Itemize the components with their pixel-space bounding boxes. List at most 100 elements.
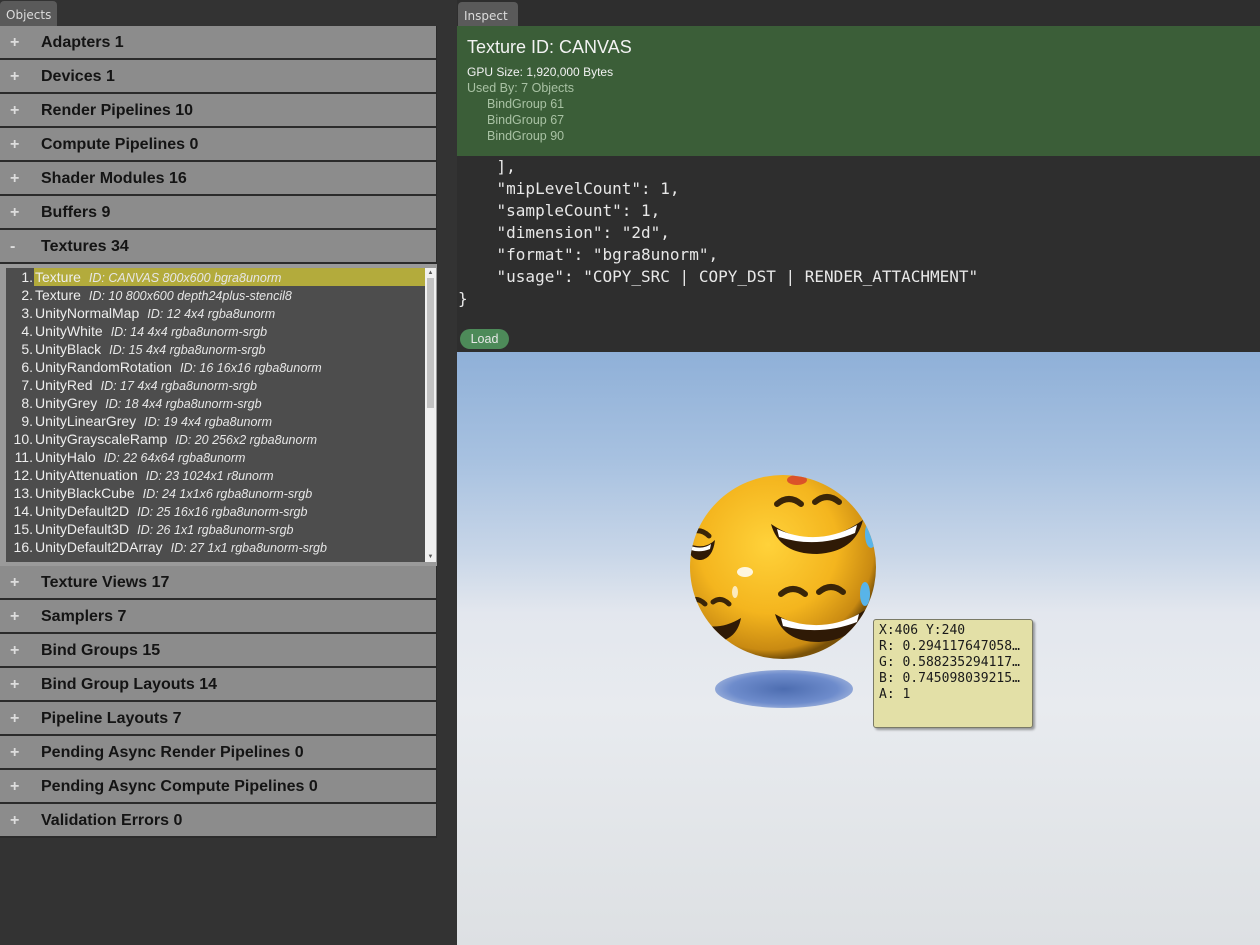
expand-icon: +	[10, 204, 20, 221]
item-details: ID: 23 1024x1 r8unorm	[145, 469, 274, 483]
texture-list-item[interactable]: 8. UnityGrey ID: 18 4x4 rgba8unorm-srgb	[6, 394, 436, 412]
section-pipeline-layouts[interactable]: + Pipeline Layouts 7	[0, 702, 437, 736]
section-adapters[interactable]: + Adapters 1	[0, 26, 437, 60]
texture-list-item[interactable]: 5. UnityBlack ID: 15 4x4 rgba8unorm-srgb	[6, 340, 436, 358]
item-number: 14.	[13, 503, 33, 519]
item-details: ID: 20 256x2 rgba8unorm	[175, 433, 318, 447]
emoji-sphere-image	[690, 475, 876, 659]
section-label: Adapters 1	[41, 34, 124, 51]
item-number: 11.	[14, 449, 33, 465]
load-button[interactable]: Load	[460, 329, 509, 349]
texture-list: 1. Texture ID: CANVAS 800x600 bgra8unorm …	[6, 268, 436, 562]
texture-preview-canvas[interactable]: X:406 Y:240 R: 0.29411764705882354 G: 0.…	[457, 352, 1260, 945]
section-validation-errors[interactable]: + Validation Errors 0	[0, 804, 437, 838]
texture-list-scrollbar[interactable]: ▲ ▼	[425, 268, 436, 562]
texture-list-item[interactable]: 14. UnityDefault2D ID: 25 16x16 rgba8unor…	[6, 502, 436, 520]
item-name: UnityBlack	[35, 341, 102, 357]
expand-icon: +	[10, 676, 20, 693]
json-line: "mipLevelCount": 1,	[458, 179, 680, 198]
section-label: Textures 34	[41, 238, 129, 255]
item-details: ID: 27 1x1 rgba8unorm-srgb	[170, 541, 327, 555]
scroll-down-arrow-icon[interactable]: ▼	[425, 552, 436, 562]
texture-list-item[interactable]: 2. Texture ID: 10 800x600 depth24plus-ste…	[6, 286, 436, 304]
pixel-value-tooltip: X:406 Y:240 R: 0.29411764705882354 G: 0.…	[873, 619, 1033, 728]
pixel-blue: B: 0.7450980392156863	[879, 671, 1027, 686]
section-shader-modules[interactable]: + Shader Modules 16	[0, 162, 437, 196]
item-details: ID: 26 1x1 rgba8unorm-srgb	[137, 523, 294, 537]
expand-icon: +	[10, 744, 20, 761]
scroll-up-arrow-icon[interactable]: ▲	[425, 268, 436, 278]
bind-group-link[interactable]: BindGroup 90	[487, 129, 1250, 143]
section-devices[interactable]: + Devices 1	[0, 60, 437, 94]
texture-list-item[interactable]: 10. UnityGrayscaleRamp ID: 20 256x2 rgba8…	[6, 430, 436, 448]
expand-icon: +	[10, 778, 20, 795]
item-name-group: UnityBlack ID: 15 4x4 rgba8unorm-srgb	[35, 340, 265, 359]
section-label: Bind Groups 15	[41, 642, 161, 659]
expand-icon: +	[10, 710, 20, 727]
section-label: Pending Async Render Pipelines 0	[41, 744, 304, 761]
pixel-alpha: A: 1	[879, 687, 911, 702]
texture-info-box: Texture ID: CANVAS GPU Size: 1,920,000 B…	[457, 26, 1260, 156]
item-name-group: UnityDefault2D ID: 25 16x16 rgba8unorm-sr…	[35, 502, 307, 521]
section-render-pipelines[interactable]: + Render Pipelines 10	[0, 94, 437, 128]
gpu-size: GPU Size: 1,920,000 Bytes	[467, 65, 614, 79]
item-number: 9.	[21, 413, 33, 429]
item-number: 8.	[21, 395, 33, 411]
item-name: UnityRandomRotation	[35, 359, 172, 375]
texture-list-item[interactable]: 9. UnityLinearGrey ID: 19 4x4 rgba8unorm	[6, 412, 436, 430]
item-name: UnityLinearGrey	[35, 413, 137, 429]
pixel-green: G: 0.5882352941176471	[879, 655, 1027, 670]
section-texture-views[interactable]: + Texture Views 17	[0, 566, 437, 600]
json-line: "format": "bgra8unorm",	[458, 245, 719, 264]
inspect-tab[interactable]: Inspect	[458, 2, 518, 28]
texture-list-item[interactable]: 15. UnityDefault3D ID: 26 1x1 rgba8unorm-…	[6, 520, 436, 538]
item-name: UnityDefault2DArray	[35, 539, 163, 555]
json-line: }	[458, 289, 468, 308]
expand-icon: +	[10, 102, 20, 119]
section-compute-pipelines[interactable]: + Compute Pipelines 0	[0, 128, 437, 162]
item-details: ID: 12 4x4 rgba8unorm	[147, 307, 276, 321]
section-bind-group-layouts[interactable]: + Bind Group Layouts 14	[0, 668, 437, 702]
section-pending-async-compute-pipelines[interactable]: + Pending Async Compute Pipelines 0	[0, 770, 437, 804]
texture-list-item[interactable]: 13. UnityBlackCube ID: 24 1x1x6 rgba8unor…	[6, 484, 436, 502]
item-details: ID: 18 4x4 rgba8unorm-srgb	[105, 397, 262, 411]
texture-list-item[interactable]: 11. UnityHalo ID: 22 64x64 rgba8unorm	[6, 448, 436, 466]
item-name: UnityGrayscaleRamp	[35, 431, 168, 447]
texture-list-item[interactable]: 4. UnityWhite ID: 14 4x4 rgba8unorm-srgb	[6, 322, 436, 340]
section-bind-groups[interactable]: + Bind Groups 15	[0, 634, 437, 668]
texture-list-item[interactable]: 12. UnityAttenuation ID: 23 1024x1 r8unor…	[6, 466, 436, 484]
item-details: ID: CANVAS 800x600 bgra8unorm	[88, 271, 282, 285]
item-name-group: UnityGrey ID: 18 4x4 rgba8unorm-srgb	[35, 394, 262, 413]
texture-list-item[interactable]: 3. UnityNormalMap ID: 12 4x4 rgba8unorm	[6, 304, 436, 322]
texture-list-item[interactable]: 6. UnityRandomRotation ID: 16 16x16 rgba8…	[6, 358, 436, 376]
section-pending-async-render-pipelines[interactable]: + Pending Async Render Pipelines 0	[0, 736, 437, 770]
texture-list-item[interactable]: 16. UnityDefault2DArray ID: 27 1x1 rgba8u…	[6, 538, 436, 556]
app-root: Objects + Adapters 1 + Devices 1 + Rende…	[0, 0, 1260, 945]
item-number: 10.	[13, 431, 33, 447]
item-name-group: UnityGrayscaleRamp ID: 20 256x2 rgba8unor…	[35, 430, 317, 449]
objects-panel: Objects + Adapters 1 + Devices 1 + Rende…	[0, 0, 438, 945]
item-details: ID: 14 4x4 rgba8unorm-srgb	[110, 325, 268, 339]
objects-tab[interactable]: Objects	[0, 1, 57, 27]
texture-list-item[interactable]: 7. UnityRed ID: 17 4x4 rgba8unorm-srgb	[6, 376, 436, 394]
section-buffers[interactable]: + Buffers 9	[0, 196, 437, 230]
section-label: Samplers 7	[41, 608, 127, 625]
section-textures[interactable]: - Textures 34	[0, 230, 437, 264]
item-name: UnityAttenuation	[35, 467, 138, 483]
item-details: ID: 16 16x16 rgba8unorm	[179, 361, 322, 375]
section-samplers[interactable]: + Samplers 7	[0, 600, 437, 634]
pixel-coords: X:406 Y:240	[879, 623, 966, 638]
item-name-group: UnityRandomRotation ID: 16 16x16 rgba8uno…	[35, 358, 322, 377]
scrollbar-thumb[interactable]	[427, 278, 434, 408]
item-details: ID: 24 1x1x6 rgba8unorm-srgb	[142, 487, 313, 501]
item-name: UnityBlackCube	[35, 485, 135, 501]
item-name: UnityDefault3D	[35, 521, 130, 537]
json-line: ],	[458, 157, 516, 176]
item-details: ID: 15 4x4 rgba8unorm-srgb	[109, 343, 266, 357]
bind-group-link[interactable]: BindGroup 67	[487, 113, 1250, 127]
expand-icon: +	[10, 136, 20, 153]
item-details: ID: 22 64x64 rgba8unorm	[103, 451, 246, 465]
section-label: Validation Errors 0	[41, 812, 183, 829]
bind-group-link[interactable]: BindGroup 61	[487, 97, 1250, 111]
texture-list-item[interactable]: 1. Texture ID: CANVAS 800x600 bgra8unorm	[6, 268, 436, 286]
